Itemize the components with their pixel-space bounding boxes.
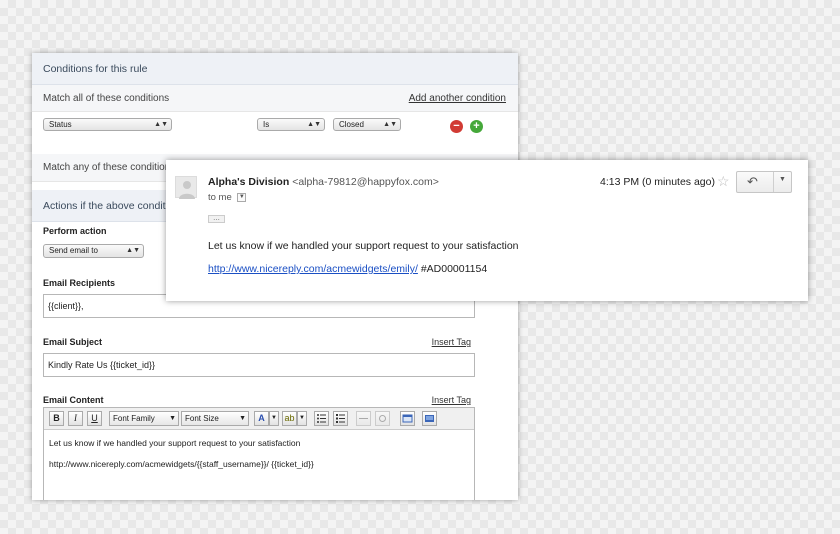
perform-action-label: Perform action — [43, 226, 107, 236]
add-condition-link[interactable]: Add another condition — [409, 85, 506, 112]
condition-value-select[interactable]: Closed ▲▼ — [333, 118, 401, 131]
editor-content-line-2: http://www.nicereply.com/acmewidgets/{{s… — [49, 459, 314, 469]
perform-action-value: Send email to — [49, 246, 98, 255]
avatar — [175, 176, 197, 199]
chevron-down-icon[interactable]: ▼ — [269, 411, 279, 426]
bullet-list-icon[interactable] — [314, 411, 329, 426]
insert-tag-link-content[interactable]: Insert Tag — [432, 395, 471, 405]
recipient-line: to me ▼ — [208, 192, 247, 203]
condition-operator-value: Is — [263, 120, 270, 129]
font-size-select[interactable]: Font Size ▼ — [181, 411, 249, 426]
indent-icon[interactable] — [375, 411, 390, 426]
email-subject-label: Email Subject — [43, 337, 103, 347]
highlight-color-icon[interactable]: ab — [282, 411, 297, 426]
plus-circle-icon[interactable]: + — [470, 120, 483, 133]
outdent-icon[interactable] — [356, 411, 371, 426]
nicereply-link[interactable]: http://www.nicereply.com/acmewidgets/emi… — [208, 263, 418, 275]
email-timestamp: 4:13 PM (0 minutes ago) — [600, 176, 715, 188]
insert-tag-link-subject[interactable]: Insert Tag — [432, 337, 471, 347]
email-body-text: Let us know if we handled your support r… — [208, 240, 519, 252]
user-silhouette-icon — [179, 181, 195, 199]
sender-line: Alpha's Division <alpha-79812@happyfox.c… — [208, 176, 439, 188]
email-message-card: Alpha's Division <alpha-79812@happyfox.c… — [166, 160, 808, 301]
text-color-icon[interactable]: A — [254, 411, 269, 426]
select-arrows-icon: ▲▼ — [126, 247, 140, 254]
email-subject-input[interactable]: Kindly Rate Us {{ticket_id}} — [43, 353, 475, 377]
chevron-down-icon[interactable]: ▼ — [779, 176, 786, 183]
chevron-down-icon: ▼ — [239, 415, 246, 422]
condition-field-select[interactable]: Status ▲▼ — [43, 118, 172, 131]
font-family-value: Font Family — [113, 414, 155, 423]
condition-operator-select[interactable]: Is ▲▼ — [257, 118, 325, 131]
font-size-value: Font Size — [185, 414, 219, 423]
minus-circle-icon[interactable]: − — [450, 120, 463, 133]
conditions-header: Conditions for this rule — [32, 53, 518, 85]
image-icon[interactable] — [422, 411, 437, 426]
email-content-label: Email Content — [43, 395, 104, 405]
email-content-editor[interactable]: B I U Font Family ▼ Font Size ▼ A ▼ ab ▼ — [43, 407, 475, 500]
select-arrows-icon: ▲▼ — [154, 121, 168, 128]
sender-name[interactable]: Alpha's Division — [208, 176, 289, 188]
chevron-down-icon[interactable]: ▼ — [297, 411, 307, 426]
sender-address: <alpha-79812@happyfox.com> — [292, 176, 439, 188]
condition-field-value: Status — [49, 120, 72, 129]
chevron-down-icon: ▼ — [169, 415, 176, 422]
email-link-line: http://www.nicereply.com/acmewidgets/emi… — [208, 263, 487, 275]
select-arrows-icon: ▲▼ — [383, 121, 397, 128]
bold-button[interactable]: B — [49, 411, 64, 426]
chevron-down-icon[interactable]: ▼ — [237, 192, 247, 202]
font-family-select[interactable]: Font Family ▼ — [109, 411, 179, 426]
underline-button[interactable]: U — [87, 411, 102, 426]
reply-button[interactable]: ↶ ▼ — [736, 171, 792, 193]
italic-button[interactable]: I — [68, 411, 83, 426]
button-divider — [773, 172, 774, 192]
editor-toolbar: B I U Font Family ▼ Font Size ▼ A ▼ ab ▼ — [44, 408, 474, 430]
to-me-label: to me — [208, 192, 232, 203]
match-any-label: Match any of these conditions — [43, 162, 176, 173]
numbered-list-icon[interactable] — [333, 411, 348, 426]
editor-content-line-1: Let us know if we handled your support r… — [49, 438, 301, 448]
condition-value-value: Closed — [339, 120, 364, 129]
star-icon[interactable]: ☆ — [717, 173, 730, 190]
ticket-reference: #AD00001154 — [420, 263, 488, 275]
table-icon[interactable] — [400, 411, 415, 426]
show-trimmed-content-button[interactable]: ... — [208, 214, 225, 223]
match-all-label: Match all of these conditions — [43, 93, 170, 104]
email-recipients-label: Email Recipients — [43, 278, 116, 288]
select-arrows-icon: ▲▼ — [307, 121, 321, 128]
reply-icon[interactable]: ↶ — [747, 174, 758, 190]
match-all-row: Match all of these conditions Add anothe… — [32, 85, 518, 112]
perform-action-select[interactable]: Send email to ▲▼ — [43, 244, 144, 258]
